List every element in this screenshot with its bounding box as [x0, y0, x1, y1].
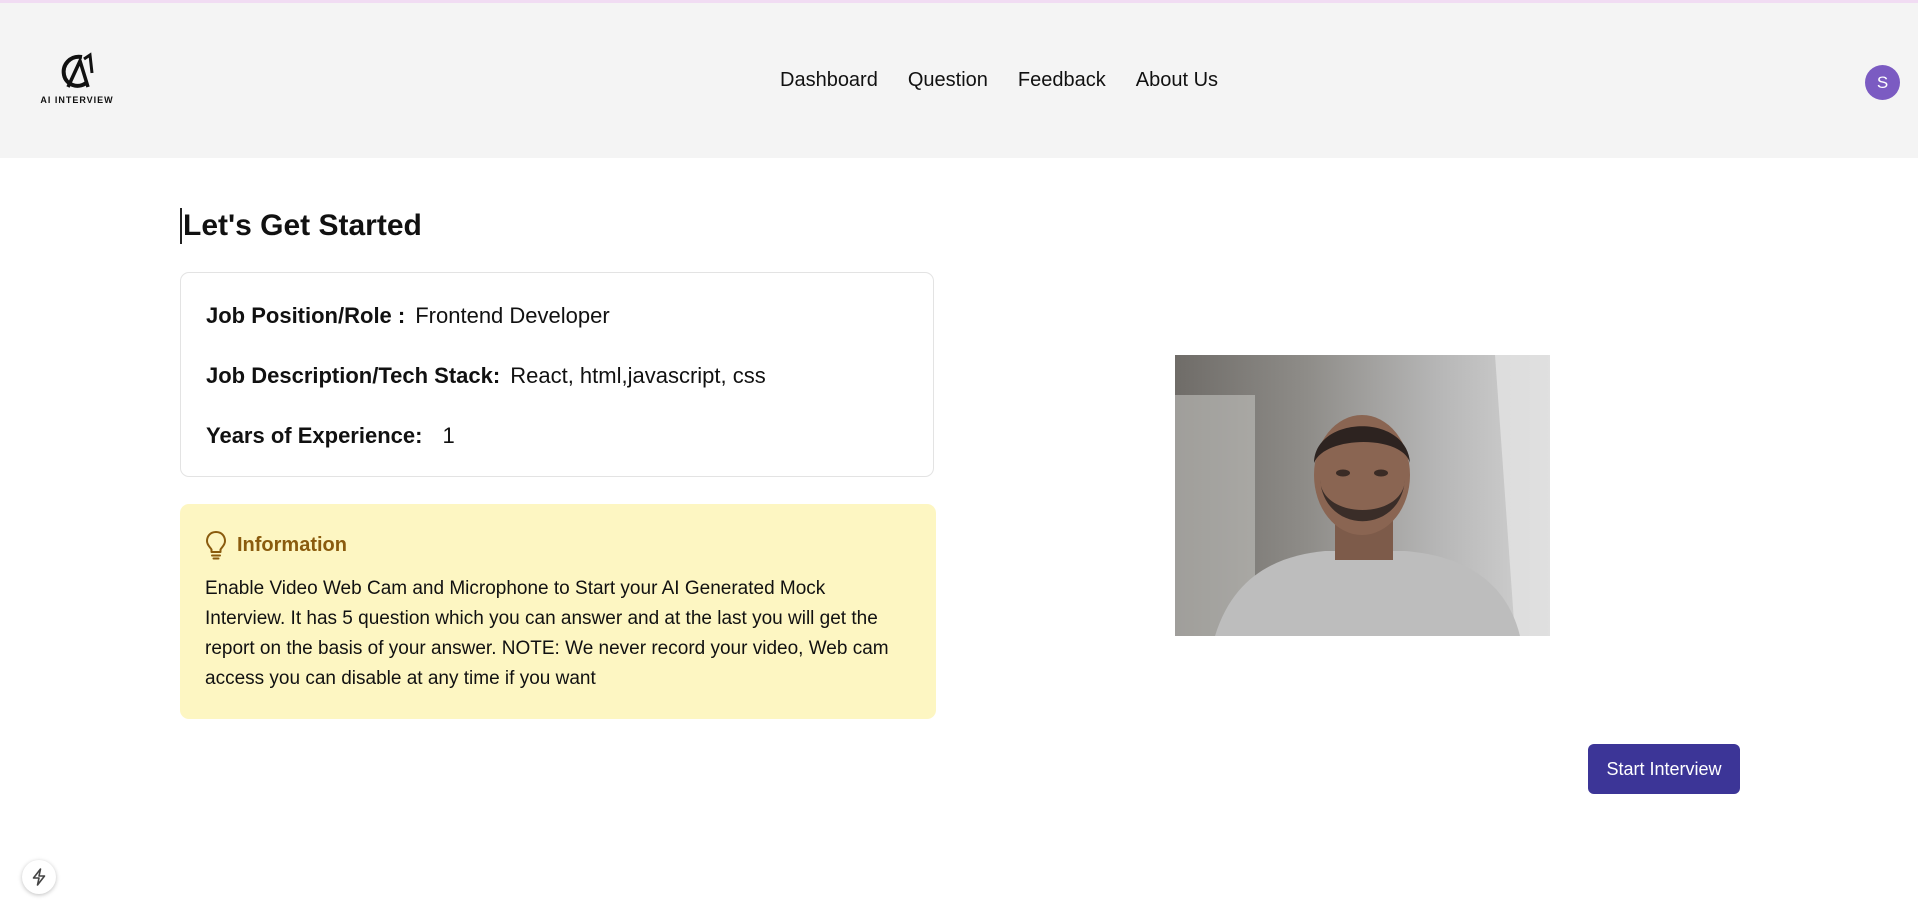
lightbulb-icon [206, 531, 226, 560]
logo-mark-icon [61, 52, 94, 88]
job-description-value: React, html,javascript, css [510, 363, 766, 388]
job-position-label: Job Position/Role : [206, 303, 406, 328]
app-header: AI INTERVIEW Dashboard Question Feedback… [0, 3, 1918, 158]
years-experience-label: Years of Experience: [206, 423, 423, 448]
page-title: Let's Get Started [180, 208, 422, 244]
information-title: Information [237, 533, 347, 556]
job-position-row: Job Position/Role : Frontend Developer [206, 303, 610, 329]
nav-about-us[interactable]: About Us [1136, 69, 1218, 92]
job-position-value: Frontend Developer [415, 303, 610, 328]
years-experience-value: 1 [442, 423, 455, 448]
information-card: Information Enable Video Web Cam and Mic… [180, 504, 936, 719]
app-logo[interactable]: AI INTERVIEW [40, 51, 114, 109]
user-avatar[interactable]: S [1865, 65, 1900, 100]
job-description-row: Job Description/Tech Stack: React, html,j… [206, 363, 766, 389]
lightning-bolt-icon [32, 868, 46, 886]
start-interview-button[interactable]: Start Interview [1588, 744, 1740, 794]
years-experience-row: Years of Experience: 1 [206, 423, 455, 449]
information-header: Information [205, 530, 347, 560]
main-nav: Dashboard Question Feedback About Us [780, 69, 1218, 92]
job-details-card: Job Position/Role : Frontend Developer Jo… [180, 272, 934, 477]
logo-text: AI INTERVIEW [40, 95, 114, 105]
job-description-label: Job Description/Tech Stack: [206, 363, 501, 388]
quick-action-button[interactable] [22, 860, 56, 894]
webcam-preview [1175, 355, 1550, 636]
nav-dashboard[interactable]: Dashboard [780, 69, 878, 92]
nav-feedback[interactable]: Feedback [1018, 69, 1106, 92]
nav-question[interactable]: Question [908, 69, 988, 92]
information-text: Enable Video Web Cam and Microphone to S… [205, 578, 889, 689]
webcam-video-frame [1175, 355, 1550, 636]
